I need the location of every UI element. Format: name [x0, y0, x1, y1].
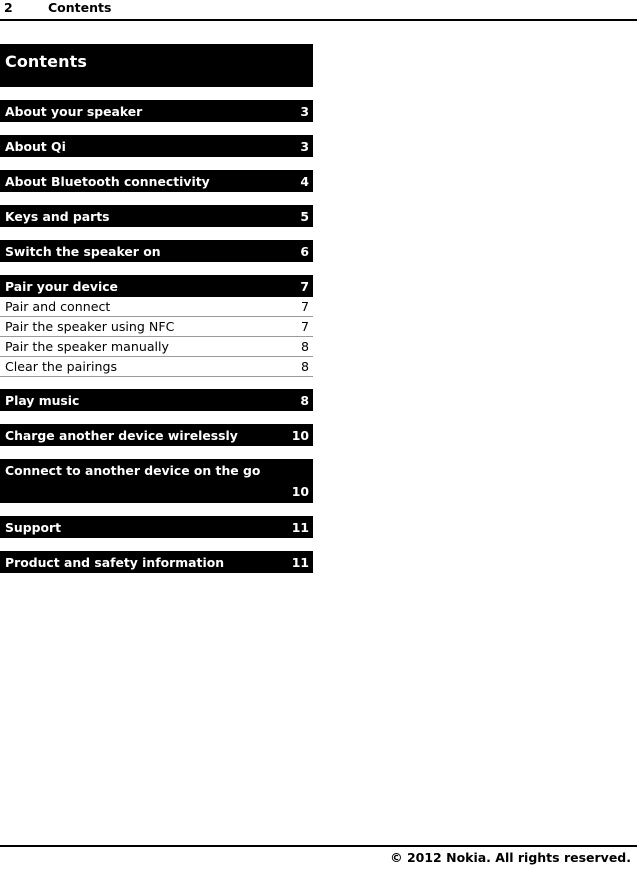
toc-group: Support 11: [0, 516, 313, 538]
toc-entry-page: 8: [300, 393, 309, 408]
toc-entry-label: Connect to another device on the go: [5, 463, 261, 478]
page-header-inner: 2 Contents: [0, 0, 637, 16]
toc-title: Contents: [5, 52, 87, 71]
toc-subentry-page: 7: [300, 299, 309, 314]
toc-entry[interactable]: About Qi 3: [0, 135, 313, 157]
toc-entry-page: 11: [291, 520, 309, 535]
toc-spacer: [0, 411, 313, 424]
toc-group: About your speaker 3: [0, 100, 313, 122]
toc-spacer: [0, 192, 313, 205]
toc-subentry[interactable]: Clear the pairings 8: [0, 357, 313, 377]
toc-group: Keys and parts 5: [0, 205, 313, 227]
toc-entry-label: About Qi: [5, 139, 66, 154]
toc-entry-page: 10: [291, 484, 309, 499]
toc-spacer: [0, 157, 313, 170]
toc-entry[interactable]: Switch the speaker on 6: [0, 240, 313, 262]
toc-entry-label: Charge another device wirelessly: [5, 428, 238, 443]
toc-entry-page: 3: [300, 104, 309, 119]
toc-entry-label: Keys and parts: [5, 209, 110, 224]
toc-entry[interactable]: Pair your device 7: [0, 275, 313, 297]
toc-entry-label: Product and safety information: [5, 555, 225, 570]
toc-group: Play music 8: [0, 389, 313, 411]
toc-entry[interactable]: Connect to another device on the go 10: [0, 459, 313, 503]
toc-subentry-label: Pair the speaker manually: [5, 339, 170, 354]
toc-entry-label: Play music: [5, 393, 80, 408]
toc-spacer: [0, 122, 313, 135]
toc-entry-label: Support: [5, 520, 62, 535]
toc-entry[interactable]: Keys and parts 5: [0, 205, 313, 227]
toc-entry[interactable]: Support 11: [0, 516, 313, 538]
page-header: 2 Contents: [0, 0, 637, 21]
toc-group: Switch the speaker on 6: [0, 240, 313, 262]
toc-subentry-label: Pair and connect: [5, 299, 111, 314]
footer-copyright: © 2012 Nokia. All rights reserved.: [390, 850, 631, 865]
toc-spacer: [0, 262, 313, 275]
toc-spacer: [0, 538, 313, 551]
toc-entry-page: 10: [291, 428, 309, 443]
toc-entry-label: Pair your device: [5, 279, 118, 294]
toc-entry[interactable]: Charge another device wirelessly 10: [0, 424, 313, 446]
header-page-number: 2: [4, 0, 13, 15]
toc-group: Product and safety information 11: [0, 551, 313, 573]
toc-entry-page: 11: [291, 555, 309, 570]
toc-entry-page: 3: [300, 139, 309, 154]
toc-entry-label: Switch the speaker on: [5, 244, 161, 259]
toc-entry-page: 4: [300, 174, 309, 189]
header-section-title: Contents: [48, 0, 112, 15]
table-of-contents: Contents About your speaker 3 About Qi 3…: [0, 44, 313, 573]
toc-entry-page: 7: [300, 279, 309, 294]
toc-subentry[interactable]: Pair the speaker using NFC 7: [0, 317, 313, 337]
toc-subentry-page: 8: [300, 359, 309, 374]
toc-subentry-page: 8: [300, 339, 309, 354]
toc-subentry[interactable]: Pair the speaker manually 8: [0, 337, 313, 357]
toc-entry[interactable]: About your speaker 3: [0, 100, 313, 122]
toc-subentry[interactable]: Pair and connect 7: [0, 297, 313, 317]
toc-entry[interactable]: Play music 8: [0, 389, 313, 411]
toc-group: Charge another device wirelessly 10: [0, 424, 313, 446]
toc-entry[interactable]: Product and safety information 11: [0, 551, 313, 573]
toc-spacer: [0, 87, 313, 100]
toc-subentry-label: Clear the pairings: [5, 359, 118, 374]
toc-spacer: [0, 377, 313, 389]
toc-spacer: [0, 446, 313, 459]
toc-spacer: [0, 227, 313, 240]
toc-group: Pair your device 7 Pair and connect 7 Pa…: [0, 275, 313, 377]
toc-entry-page: 5: [300, 209, 309, 224]
page-footer: © 2012 Nokia. All rights reserved.: [0, 845, 637, 870]
toc-group: About Qi 3: [0, 135, 313, 157]
toc-subentry-page: 7: [300, 319, 309, 334]
toc-spacer: [0, 503, 313, 516]
toc-title-bar: Contents: [0, 44, 313, 87]
toc-entry[interactable]: About Bluetooth connectivity 4: [0, 170, 313, 192]
toc-group: About Bluetooth connectivity 4: [0, 170, 313, 192]
toc-entry-page: 6: [300, 244, 309, 259]
toc-entry-label: About Bluetooth connectivity: [5, 174, 210, 189]
toc-entry-label: About your speaker: [5, 104, 143, 119]
toc-group: Connect to another device on the go 10: [0, 459, 313, 503]
toc-subentry-label: Pair the speaker using NFC: [5, 319, 175, 334]
